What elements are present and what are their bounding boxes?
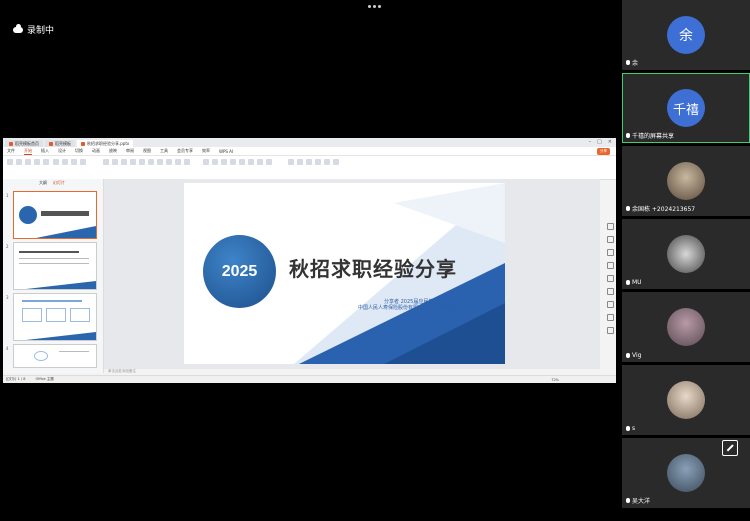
right-tool-strip[interactable] xyxy=(607,223,615,334)
menu-transition[interactable]: 切换 xyxy=(75,148,83,154)
ribbon-group-drawing[interactable] xyxy=(288,159,339,176)
tab-slides[interactable]: 幻灯片 xyxy=(53,180,65,186)
menu-file[interactable]: 文件 xyxy=(7,148,15,154)
participant-name: MU xyxy=(632,279,642,286)
thumb-number: 4 xyxy=(6,346,9,351)
menubar: 文件 开始 插入 设计 切换 动画 放映 审阅 视图 工具 会员专享 效率 WP… xyxy=(3,147,616,156)
mic-icon xyxy=(626,133,630,138)
slide-subtitle-org: 中国人民人寿保险股份有限公司 人力资源部 xyxy=(358,305,455,311)
wps-icon xyxy=(49,141,53,146)
cloud-icon xyxy=(13,23,23,33)
ribbon-group-font[interactable] xyxy=(103,159,190,176)
avatar: 千禧 xyxy=(667,89,705,127)
minimize-icon: – xyxy=(588,139,592,145)
mic-icon xyxy=(626,206,630,211)
participant-name: s xyxy=(632,425,636,432)
ribbon-group-slides[interactable] xyxy=(53,159,86,176)
shared-screen: 稻壳模板首页 稻壳模板 秋招求职经验分享.pptx – □ × 文件 开始 插入 设… xyxy=(3,138,616,383)
menu-slideshow[interactable]: 放映 xyxy=(109,148,117,154)
participant-video xyxy=(667,454,705,492)
tab-document[interactable]: 秋招求职经验分享.pptx xyxy=(77,140,134,147)
tab-label: 稻壳模板首页 xyxy=(15,141,39,146)
slide-thumbnail-3[interactable] xyxy=(13,293,97,341)
mic-icon xyxy=(626,280,630,285)
menu-efficiency[interactable]: 效率 xyxy=(202,148,210,154)
participant-tile-presenter[interactable]: 千禧 千禧的屏幕共享 xyxy=(622,73,750,143)
share-button[interactable]: 分享 xyxy=(597,148,610,155)
current-slide[interactable]: 2025 秋招求职经验分享 分享者 2025届应届毕业生 中国人民人寿保险股份有… xyxy=(184,183,505,364)
menu-insert[interactable]: 插入 xyxy=(41,148,49,154)
tab-templates[interactable]: 稻壳模板 xyxy=(45,140,75,147)
participant-name: 余国栋 +2024213657 xyxy=(632,206,696,213)
recording-indicator: 录制中 xyxy=(13,23,54,36)
close-icon: × xyxy=(607,139,612,145)
recording-label: 录制中 xyxy=(27,26,55,36)
tab-outline[interactable]: 大纲 xyxy=(39,180,47,186)
participant-video xyxy=(667,235,705,273)
thumb-number: 1 xyxy=(6,193,9,198)
maximize-icon: □ xyxy=(597,139,602,145)
window-controls[interactable]: – □ × xyxy=(589,139,612,145)
slide-thumbnail-4[interactable] xyxy=(13,344,97,368)
mic-icon xyxy=(626,498,630,503)
menu-design[interactable]: 设计 xyxy=(58,148,66,154)
thumb-number: 2 xyxy=(6,244,9,249)
ribbon-group-paragraph[interactable] xyxy=(203,159,272,176)
menu-review[interactable]: 审阅 xyxy=(126,148,134,154)
thumb-stripe xyxy=(36,226,96,238)
menu-home[interactable]: 开始 xyxy=(24,148,32,155)
participant-tile[interactable]: Vig xyxy=(622,292,750,362)
participant-video xyxy=(667,308,705,346)
wps-icon xyxy=(9,141,13,146)
year-circle: 2025 xyxy=(203,235,276,308)
mic-icon xyxy=(626,426,630,431)
ribbon-group-clipboard[interactable] xyxy=(7,159,49,176)
ribbon-toolbar xyxy=(3,156,616,180)
thumb-title-bar xyxy=(41,211,89,216)
tab-label: 秋招求职经验分享.pptx xyxy=(87,141,130,146)
tab-label: 稻壳模板 xyxy=(55,141,71,146)
mic-icon xyxy=(626,60,630,65)
status-bar: 幻灯片 1 / 8 Office 主题 72% xyxy=(3,375,616,383)
menu-animation[interactable]: 动画 xyxy=(92,148,100,154)
menu-wps-ai[interactable]: WPS AI xyxy=(219,149,233,154)
zoom-level[interactable]: 72% xyxy=(551,378,559,382)
participant-name: Vig xyxy=(632,352,642,359)
participant-tile[interactable]: MU xyxy=(622,219,750,289)
more-dots-icon[interactable] xyxy=(368,5,381,8)
thumb-circle xyxy=(19,206,37,224)
participant-video xyxy=(667,162,705,200)
mic-icon xyxy=(626,353,630,358)
slide-canvas-area: 2025 秋招求职经验分享 分享者 2025届应届毕业生 中国人民人寿保险股份有… xyxy=(104,179,614,369)
theme-name: Office 主题 xyxy=(35,377,54,381)
ppt-icon xyxy=(81,141,85,146)
thumb-number: 3 xyxy=(6,295,9,300)
participant-tile[interactable]: s xyxy=(622,365,750,435)
participant-name: 千禧的屏幕共享 xyxy=(632,133,675,140)
participant-video xyxy=(667,381,705,419)
slide-title: 秋招求职经验分享 xyxy=(289,257,457,281)
slide-thumbnail-2[interactable] xyxy=(13,242,97,290)
tab-home[interactable]: 稻壳模板首页 xyxy=(5,140,43,147)
avatar: 余 xyxy=(667,16,705,54)
slide-thumbnail-1[interactable] xyxy=(13,191,97,239)
menu-member[interactable]: 会员专享 xyxy=(177,148,193,154)
browser-tabbar: 稻壳模板首页 稻壳模板 秋招求职经验分享.pptx – □ × xyxy=(3,138,616,147)
participant-name: 余 xyxy=(632,60,639,67)
menu-tools[interactable]: 工具 xyxy=(160,148,168,154)
slide-counter: 幻灯片 1 / 8 xyxy=(6,377,26,381)
menu-view[interactable]: 视图 xyxy=(143,148,151,154)
expand-icon[interactable] xyxy=(722,440,738,456)
participant-name: 吴大洋 xyxy=(632,498,651,505)
participant-list: 余 余 千禧 千禧的屏幕共享 余国栋 +2024213657 MU Vig s … xyxy=(622,0,750,521)
participant-tile[interactable]: 余国栋 +2024213657 xyxy=(622,146,750,216)
slide-thumbnail-panel: 大纲 幻灯片 1 2 3 4 xyxy=(3,179,104,373)
participant-tile[interactable]: 余 余 xyxy=(622,0,750,70)
